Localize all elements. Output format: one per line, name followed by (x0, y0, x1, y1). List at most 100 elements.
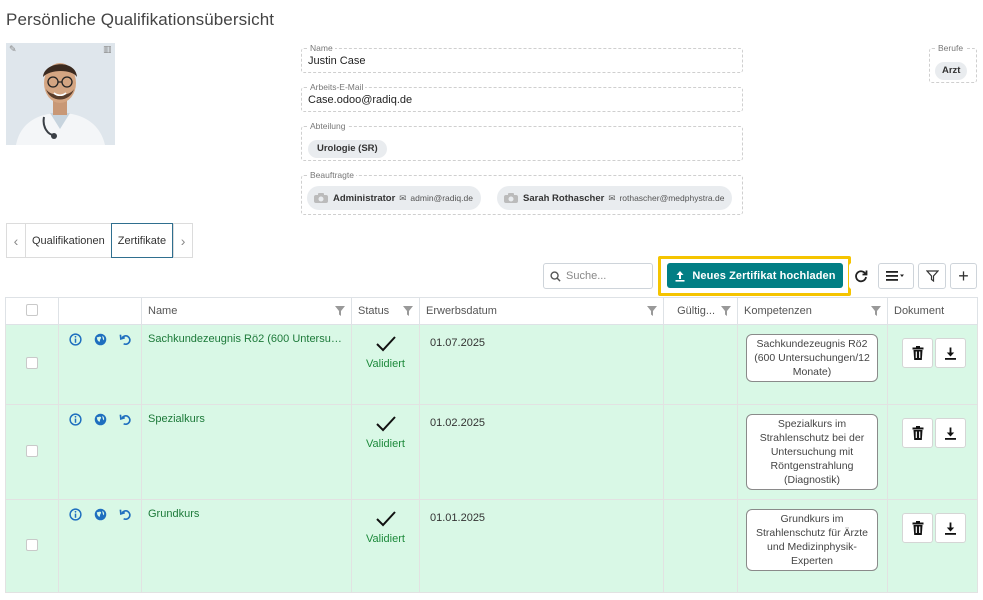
tab-prev-button[interactable]: ‹ (6, 223, 26, 258)
officer-name: Sarah Rothascher (523, 192, 605, 204)
employee-photo[interactable]: ✎ ▥ (6, 43, 115, 145)
refresh-icon (855, 270, 868, 283)
delete-photo-icon[interactable]: ▥ (103, 45, 112, 54)
check-icon (375, 416, 396, 432)
info-icon[interactable] (69, 508, 82, 521)
row-document-cell (887, 499, 978, 593)
email-label: Arbeits-E-Mail (308, 82, 366, 92)
download-icon (945, 347, 956, 360)
filter-icon[interactable] (647, 306, 657, 316)
row-date-cell: 01.02.2025 (419, 404, 664, 500)
row-date-cell: 01.07.2025 (419, 324, 664, 405)
search-icon (550, 270, 561, 282)
globe-icon[interactable] (94, 413, 107, 426)
avatar-icon (504, 193, 518, 203)
status-badge: Validiert (366, 533, 405, 545)
officers-label: Beauftragte (308, 170, 356, 180)
status-badge: Validiert (366, 438, 405, 450)
undo-icon[interactable] (119, 508, 132, 521)
department-label: Abteilung (308, 121, 348, 131)
certificate-name[interactable]: Grundkurs (142, 500, 351, 520)
profession-tag[interactable]: Arzt (935, 62, 968, 80)
professions-field[interactable]: Berufe Arzt (929, 43, 977, 83)
avatar-icon (314, 193, 328, 203)
tab-certificates[interactable]: Zertifikate (110, 223, 174, 258)
tab-next-button[interactable]: › (173, 223, 194, 258)
certificates-table: Name Status Erwerbsdatum Gültig... Kompe… (5, 297, 978, 593)
search-input[interactable]: Suche... (543, 263, 653, 289)
column-menu-button[interactable] (878, 263, 914, 289)
mail-icon: ✉ (608, 192, 616, 203)
column-header-document[interactable]: Dokument (887, 297, 978, 325)
acquisition-date: 01.01.2025 (430, 512, 486, 524)
table-row[interactable]: Spezialkurs Validiert 01.02.2025 Spezial… (5, 404, 978, 500)
filter-icon[interactable] (403, 306, 413, 316)
download-document-button[interactable] (935, 513, 966, 543)
row-date-cell: 01.01.2025 (419, 499, 664, 593)
upload-certificate-button[interactable]: Neues Zertifikat hochladen (667, 263, 843, 288)
row-document-cell (887, 404, 978, 500)
email-field[interactable]: Arbeits-E-Mail Case.odoo@radiq.de (301, 82, 743, 112)
column-header-label: Dokument (894, 305, 945, 317)
column-header-label: Kompetenzen (744, 305, 812, 317)
officer-chip[interactable]: Sarah Rothascher ✉ rothascher@medphystra… (497, 186, 733, 210)
globe-icon[interactable] (94, 508, 107, 521)
info-icon[interactable] (69, 333, 82, 346)
professions-label: Berufe (936, 43, 966, 53)
department-tag[interactable]: Urologie (SR) (308, 140, 387, 158)
table-header: Name Status Erwerbsdatum Gültig... Kompe… (5, 297, 978, 325)
row-checkbox[interactable] (26, 444, 38, 457)
column-header-valid[interactable]: Gültig... (663, 297, 738, 325)
acquisition-date: 01.07.2025 (430, 337, 486, 349)
officer-email: rothascher@medphystra.de (619, 193, 725, 203)
officer-chip[interactable]: Administrator ✉ admin@radiq.de (307, 186, 481, 210)
row-name-cell: Grundkurs (141, 499, 352, 593)
row-status-cell: Validiert (351, 324, 420, 405)
edit-icon[interactable]: ✎ (9, 45, 18, 54)
refresh-button[interactable] (849, 263, 873, 289)
column-header-status[interactable]: Status (351, 297, 420, 325)
column-header-name[interactable]: Name (141, 297, 352, 325)
trash-icon (912, 426, 923, 440)
globe-icon[interactable] (94, 333, 107, 346)
table-row[interactable]: Sachkundezeugnis Rö2 (600 Untersuchu... … (5, 324, 978, 405)
delete-document-button[interactable] (902, 513, 933, 543)
filter-icon[interactable] (871, 306, 881, 316)
filter-icon[interactable] (335, 306, 345, 316)
undo-icon[interactable] (119, 333, 132, 346)
column-header-date[interactable]: Erwerbsdatum (419, 297, 664, 325)
check-icon (375, 336, 396, 352)
download-icon (945, 522, 956, 535)
row-checkbox[interactable] (26, 357, 38, 369)
certificate-name[interactable]: Spezialkurs (142, 405, 351, 425)
row-name-cell: Sachkundezeugnis Rö2 (600 Untersuchu... (141, 324, 352, 405)
competence-tag[interactable]: Grundkurs im Strahlenschutz für Ärzte un… (746, 509, 878, 571)
info-icon[interactable] (69, 413, 82, 426)
column-header-competences[interactable]: Kompetenzen (737, 297, 888, 325)
row-checkbox[interactable] (26, 538, 38, 551)
download-document-button[interactable] (935, 418, 966, 448)
acquisition-date: 01.02.2025 (430, 417, 486, 429)
add-button[interactable]: + (950, 263, 977, 289)
undo-icon[interactable] (119, 413, 132, 426)
officers-field[interactable]: Beauftragte Administrator ✉ admin@radiq.… (301, 170, 743, 215)
select-all-checkbox[interactable] (26, 303, 38, 316)
column-header-label: Gültig... (677, 305, 715, 317)
delete-document-button[interactable] (902, 418, 933, 448)
column-header-label: Status (358, 305, 390, 317)
filter-icon[interactable] (721, 306, 731, 316)
certificate-name[interactable]: Sachkundezeugnis Rö2 (600 Untersuchu... (142, 325, 351, 345)
row-select-cell (5, 404, 59, 500)
competence-tag[interactable]: Sachkundezeugnis Rö2 (600 Untersuchungen… (746, 334, 878, 382)
competence-tag[interactable]: Spezialkurs im Strahlenschutz bei der Un… (746, 414, 878, 490)
table-row[interactable]: Grundkurs Validiert 01.01.2025 Grundkurs… (5, 499, 978, 593)
tab-qualifications[interactable]: Qualifikationen (26, 223, 111, 258)
row-select-cell (5, 499, 59, 593)
name-field[interactable]: Name Justin Case (301, 43, 743, 73)
department-field[interactable]: Abteilung Urologie (SR) (301, 121, 743, 161)
download-document-button[interactable] (935, 338, 966, 368)
row-document-cell (887, 324, 978, 405)
filter-button[interactable] (918, 263, 946, 289)
row-status-cell: Validiert (351, 499, 420, 593)
delete-document-button[interactable] (902, 338, 933, 368)
